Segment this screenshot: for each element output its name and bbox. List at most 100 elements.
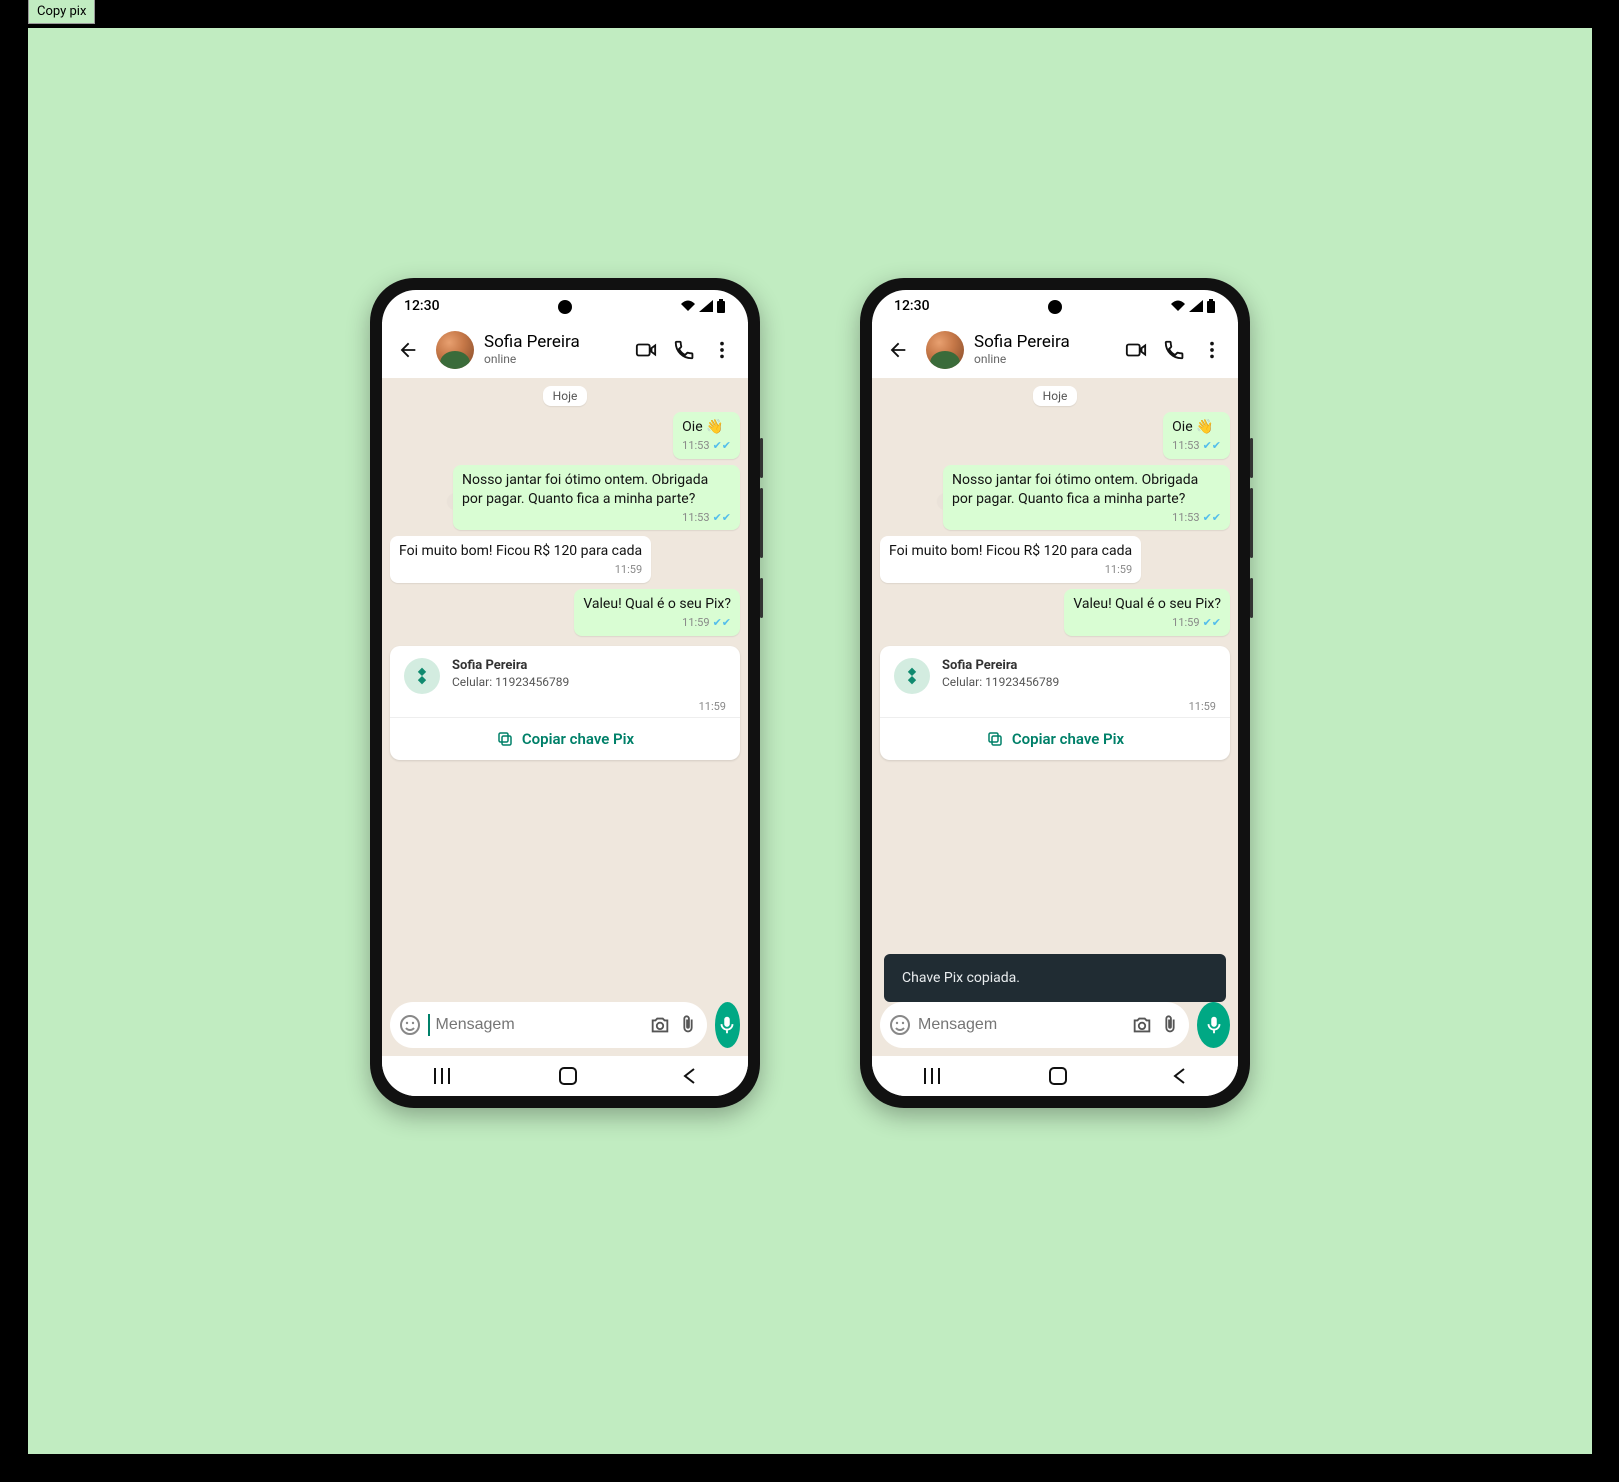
- chat-scroll[interactable]: Hoje Oie 👋 11:53✔✔ Nosso jantar foi ótim…: [382, 378, 748, 996]
- message-input[interactable]: [436, 1016, 643, 1034]
- more-button[interactable]: [1194, 332, 1230, 368]
- phone-frame-right: 12:30 Sofia Pereira online: [860, 278, 1250, 1108]
- message-text: Foi muito bom! Ficou R$ 120 para cada: [889, 543, 1132, 559]
- arrow-left-icon: [397, 339, 419, 361]
- message-time: 11:53: [682, 439, 709, 454]
- pix-icon-badge: [894, 658, 930, 694]
- pix-icon: [412, 666, 432, 686]
- recents-nav-icon[interactable]: [434, 1068, 454, 1084]
- composer: [872, 996, 1238, 1056]
- message-out[interactable]: Nosso jantar foi ótimo ontem. Obrigada p…: [453, 465, 740, 531]
- video-call-button[interactable]: [1118, 332, 1154, 368]
- pix-key: Celular: 11923456789: [452, 675, 726, 689]
- message-out[interactable]: Oie 👋 11:53✔✔: [1163, 412, 1230, 459]
- more-vert-icon: [711, 339, 733, 361]
- message-text: Valeu! Qual é o seu Pix?: [583, 596, 731, 612]
- attach-icon[interactable]: [1159, 1014, 1181, 1036]
- pix-name: Sofia Pereira: [942, 658, 1216, 673]
- emoji-icon[interactable]: [888, 1013, 912, 1037]
- message-text: Valeu! Qual é o seu Pix?: [1073, 596, 1221, 612]
- read-check-icon: ✔✔: [713, 616, 731, 631]
- pix-time: 11:59: [390, 700, 740, 717]
- status-bar: 12:30: [872, 290, 1238, 322]
- camera-icon[interactable]: [1131, 1014, 1153, 1036]
- read-check-icon: ✔✔: [1203, 616, 1221, 631]
- battery-icon: [1206, 299, 1216, 313]
- android-navbar: [872, 1056, 1238, 1096]
- chat-header: Sofia Pereira online: [872, 322, 1238, 378]
- message-out[interactable]: Oie 👋 11:53✔✔: [673, 412, 740, 459]
- date-pill: Hoje: [1033, 386, 1078, 406]
- hw-button: [1250, 578, 1253, 618]
- message-out[interactable]: Valeu! Qual é o seu Pix? 11:59✔✔: [574, 589, 740, 636]
- message-time: 11:59: [1105, 563, 1132, 578]
- message-text: Nosso jantar foi ótimo ontem. Obrigada p…: [952, 472, 1198, 507]
- composer: [382, 996, 748, 1056]
- recents-nav-icon[interactable]: [924, 1068, 944, 1084]
- video-call-button[interactable]: [628, 332, 664, 368]
- avatar[interactable]: [926, 331, 964, 369]
- android-navbar: [382, 1056, 748, 1096]
- battery-icon: [716, 299, 726, 313]
- camera-icon[interactable]: [649, 1014, 671, 1036]
- copy-pix-button[interactable]: Copiar chave Pix: [880, 717, 1230, 760]
- back-button[interactable]: [880, 332, 916, 368]
- avatar[interactable]: [436, 331, 474, 369]
- video-icon: [1125, 339, 1147, 361]
- mic-button[interactable]: [1197, 1002, 1230, 1048]
- pix-card: Sofia Pereira Celular: 11923456789 11:59…: [390, 646, 740, 760]
- contact-title-block[interactable]: Sofia Pereira online: [484, 333, 618, 366]
- video-icon: [635, 339, 657, 361]
- chat-scroll[interactable]: Hoje Oie 👋 11:53✔✔ Nosso jantar foi ótim…: [872, 378, 1238, 996]
- browser-tab[interactable]: Copy pix: [28, 0, 95, 24]
- pix-card: Sofia Pereira Celular: 11923456789 11:59…: [880, 646, 1230, 760]
- copy-pix-label: Copiar chave Pix: [522, 730, 634, 748]
- signal-icon: [1189, 300, 1203, 312]
- copy-icon: [496, 730, 514, 748]
- back-button[interactable]: [390, 332, 426, 368]
- home-nav-icon[interactable]: [1049, 1067, 1067, 1085]
- message-time: 11:53: [682, 511, 709, 526]
- toast-text: Chave Pix copiada.: [902, 970, 1020, 986]
- phone-icon: [673, 339, 695, 361]
- message-input-wrap[interactable]: [390, 1002, 707, 1048]
- copy-icon: [986, 730, 1004, 748]
- message-time: 11:59: [1172, 616, 1199, 631]
- emoji-icon[interactable]: [398, 1013, 422, 1037]
- home-nav-icon[interactable]: [559, 1067, 577, 1085]
- voice-call-button[interactable]: [1156, 332, 1192, 368]
- message-time: 11:53: [1172, 439, 1199, 454]
- copy-pix-button[interactable]: Copiar chave Pix: [390, 717, 740, 760]
- read-check-icon: ✔✔: [713, 439, 731, 454]
- arrow-left-icon: [887, 339, 909, 361]
- pix-icon-badge: [404, 658, 440, 694]
- back-nav-icon[interactable]: [1172, 1067, 1186, 1085]
- status-time: 12:30: [894, 298, 930, 314]
- message-in[interactable]: Foi muito bom! Ficou R$ 120 para cada 11…: [880, 536, 1141, 583]
- mic-icon: [716, 1014, 738, 1036]
- wifi-icon: [1170, 300, 1186, 312]
- hw-button: [760, 578, 763, 618]
- attach-icon[interactable]: [677, 1014, 699, 1036]
- message-out[interactable]: Nosso jantar foi ótimo ontem. Obrigada p…: [943, 465, 1230, 531]
- status-time: 12:30: [404, 298, 440, 314]
- hw-button: [760, 488, 763, 558]
- back-nav-icon[interactable]: [682, 1067, 696, 1085]
- more-vert-icon: [1201, 339, 1223, 361]
- message-input-wrap[interactable]: [880, 1002, 1189, 1048]
- date-pill: Hoje: [543, 386, 588, 406]
- contact-title-block[interactable]: Sofia Pereira online: [974, 333, 1108, 366]
- signal-icon: [699, 300, 713, 312]
- status-icons: [1170, 299, 1216, 313]
- message-input[interactable]: [918, 1016, 1125, 1034]
- message-out[interactable]: Valeu! Qual é o seu Pix? 11:59 ✔✔: [1064, 589, 1230, 636]
- screen: 12:30 Sofia Pereira online: [872, 290, 1238, 1096]
- text-cursor: [428, 1014, 430, 1036]
- mic-button[interactable]: [715, 1002, 741, 1048]
- phone-icon: [1163, 339, 1185, 361]
- message-in[interactable]: Foi muito bom! Ficou R$ 120 para cada 11…: [390, 536, 651, 583]
- more-button[interactable]: [704, 332, 740, 368]
- copy-pix-label: Copiar chave Pix: [1012, 730, 1124, 748]
- status-bar: 12:30: [382, 290, 748, 322]
- voice-call-button[interactable]: [666, 332, 702, 368]
